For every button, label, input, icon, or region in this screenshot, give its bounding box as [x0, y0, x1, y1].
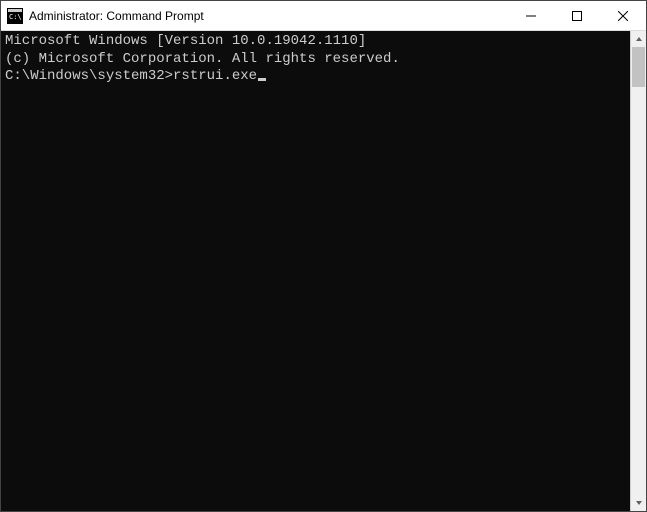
typed-command: rstrui.exe — [173, 68, 257, 84]
cursor — [258, 78, 266, 81]
minimize-button[interactable] — [508, 1, 554, 30]
svg-text:C:\: C:\ — [9, 13, 22, 21]
prompt-path: C:\Windows\system32> — [5, 68, 173, 84]
scroll-track[interactable] — [631, 47, 646, 495]
close-icon — [618, 11, 628, 21]
titlebar[interactable]: C:\ Administrator: Command Prompt — [1, 1, 646, 31]
maximize-button[interactable] — [554, 1, 600, 30]
scroll-up-button[interactable] — [631, 31, 646, 47]
copyright-line: (c) Microsoft Corporation. All rights re… — [5, 51, 626, 69]
minimize-icon — [526, 11, 536, 21]
window-controls — [508, 1, 646, 30]
chevron-down-icon — [635, 499, 643, 507]
cmd-icon: C:\ — [7, 8, 23, 24]
maximize-icon — [572, 11, 582, 21]
terminal-output[interactable]: Microsoft Windows [Version 10.0.19042.11… — [1, 31, 630, 511]
vertical-scrollbar[interactable] — [630, 31, 646, 511]
scroll-down-button[interactable] — [631, 495, 646, 511]
close-button[interactable] — [600, 1, 646, 30]
prompt-line: C:\Windows\system32>rstrui.exe — [5, 68, 626, 86]
window-title: Administrator: Command Prompt — [29, 9, 508, 23]
command-prompt-window: C:\ Administrator: Command Prompt — [0, 0, 647, 512]
scroll-thumb[interactable] — [632, 47, 645, 87]
version-line: Microsoft Windows [Version 10.0.19042.11… — [5, 33, 626, 51]
chevron-up-icon — [635, 35, 643, 43]
content-area: Microsoft Windows [Version 10.0.19042.11… — [1, 31, 646, 511]
